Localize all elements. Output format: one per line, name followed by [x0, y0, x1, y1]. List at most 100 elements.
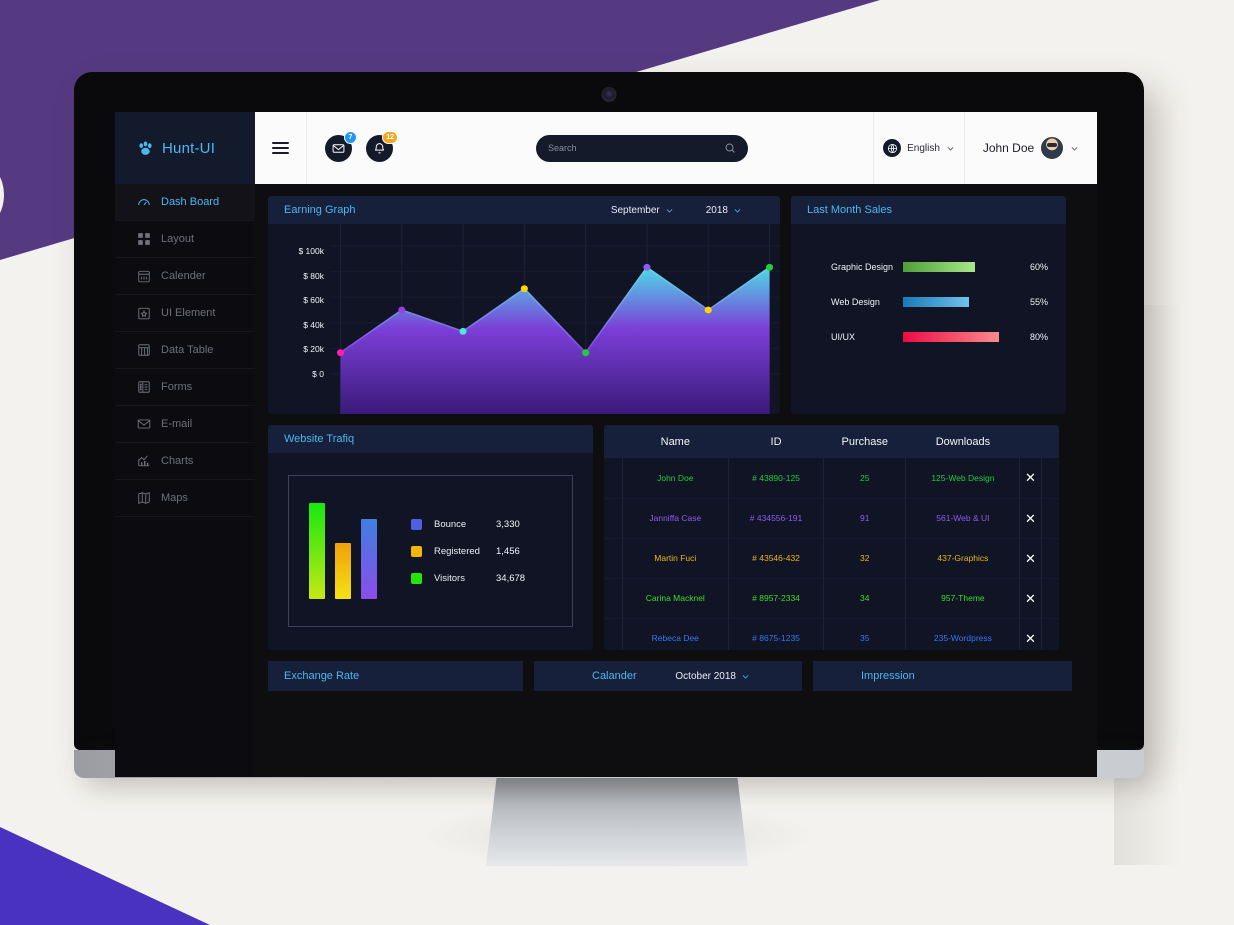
- cell-purchase: 91: [823, 498, 907, 539]
- sidebar-item-maps[interactable]: Maps: [115, 480, 255, 517]
- sidebar-item-calender[interactable]: Calender: [115, 258, 255, 295]
- traffic-bar-chart: [309, 503, 377, 599]
- table-row: John Doe # 43890-125 25 125-Web Design ✕: [604, 458, 1059, 499]
- sidebar-item-dash-board[interactable]: Dash Board: [115, 184, 255, 221]
- sales-label: UI/UX: [831, 332, 856, 342]
- paw-icon: [137, 140, 154, 157]
- data-point[interactable]: [582, 349, 590, 357]
- calander-dropdown[interactable]: October 2018: [675, 671, 750, 682]
- hamburger-icon[interactable]: [255, 112, 307, 184]
- search-input[interactable]: [548, 143, 724, 153]
- grid-layout-icon: [137, 232, 151, 246]
- delete-cell[interactable]: ✕: [1019, 618, 1042, 650]
- content-area: Earning Graph September 2018 $ 100k $ 80…: [255, 184, 1097, 777]
- table-row: Carina Macknel # 8957-2334 34 957-Theme ✕: [604, 578, 1059, 619]
- close-icon[interactable]: ✕: [1025, 631, 1036, 646]
- sidebar-item-label: UI Element: [161, 307, 216, 319]
- cell-downloads: 957-Theme: [905, 578, 1021, 619]
- sidebar-item-forms[interactable]: Forms: [115, 369, 255, 406]
- data-point[interactable]: [765, 263, 774, 271]
- search-box[interactable]: [536, 134, 748, 162]
- screen: Hunt-UI Dash Board Layout Calender UI El…: [115, 112, 1097, 777]
- delete-cell[interactable]: ✕: [1019, 578, 1042, 619]
- column-header-purchase: Purchase: [823, 425, 906, 458]
- sidebar-item-label: Maps: [161, 492, 188, 504]
- data-point[interactable]: [336, 349, 345, 357]
- sidebar-item-e-mail[interactable]: E-mail: [115, 406, 255, 443]
- impression-card: Impression: [813, 661, 1072, 691]
- calander-card: Calander October 2018: [534, 661, 802, 691]
- mail-button[interactable]: 7: [325, 130, 357, 162]
- y-tick: $ 0: [312, 368, 324, 379]
- table-row: Martin Fuci # 43546-432 32 437-Graphics ✕: [604, 538, 1059, 579]
- column-header-name: Name: [622, 425, 729, 458]
- sidebar-item-data-table[interactable]: Data Table: [115, 332, 255, 369]
- star-box-icon: [137, 306, 151, 320]
- cell-downloads: 235-Wordpress: [905, 618, 1021, 650]
- delete-cell[interactable]: ✕: [1019, 458, 1042, 499]
- notification-badge: 12: [382, 130, 398, 144]
- year-dropdown[interactable]: 2018: [706, 205, 742, 216]
- legend-swatch: [411, 545, 422, 557]
- column-header-id: ID: [728, 425, 824, 458]
- month-dropdown[interactable]: September: [611, 205, 674, 216]
- month-value: September: [610, 204, 660, 216]
- cell-purchase: 35: [823, 618, 907, 650]
- website-traffic-card: Website Trafiq Bounce 3,330 Registered 1…: [268, 425, 593, 650]
- cell-downloads: 561-Web & UI: [905, 498, 1021, 539]
- language-label: English: [907, 142, 940, 154]
- last-month-sales-card: Last Month Sales Graphic Design 60% Web …: [791, 196, 1066, 414]
- earning-area-chart: [330, 224, 780, 414]
- cell-purchase: 34: [823, 578, 907, 619]
- purple-bottom-shape: [0, 827, 210, 925]
- data-point[interactable]: [704, 306, 712, 314]
- form-icon: [137, 380, 151, 394]
- bell-icon: [374, 142, 385, 153]
- close-icon[interactable]: ✕: [1025, 470, 1036, 485]
- sales-row: Web Design 55%: [791, 297, 1066, 307]
- cell-id: # 434556-191: [728, 498, 824, 539]
- legend-label: Registered: [434, 545, 480, 557]
- exchange-rate-card: Exchange Rate: [268, 661, 523, 691]
- map-icon: [137, 491, 151, 505]
- data-table: Name ID Purchase Downloads John Doe # 438…: [604, 425, 1059, 650]
- language-selector[interactable]: English: [873, 112, 965, 184]
- sidebar-item-label: Forms: [161, 381, 193, 393]
- data-point[interactable]: [643, 263, 651, 271]
- sidebar-item-layout[interactable]: Layout: [115, 221, 255, 258]
- table-pad-col: [1041, 425, 1059, 458]
- envelope-icon: [137, 417, 151, 431]
- cell-downloads: 437-Graphics: [905, 538, 1021, 579]
- sales-row: UI/UX 80%: [791, 332, 1066, 342]
- sidebar-item-charts[interactable]: Charts: [115, 443, 255, 480]
- sidebar-item-ui-element[interactable]: UI Element: [115, 295, 255, 332]
- user-name: John Doe: [982, 141, 1035, 155]
- delete-cell[interactable]: ✕: [1019, 538, 1042, 579]
- delete-cell[interactable]: ✕: [1019, 498, 1042, 539]
- data-point[interactable]: [459, 327, 467, 335]
- cell-id: # 43890-125: [728, 458, 824, 499]
- close-icon[interactable]: ✕: [1025, 591, 1036, 606]
- mail-badge: 7: [344, 130, 357, 144]
- cell-id: # 8675-1235: [728, 618, 824, 650]
- close-icon[interactable]: ✕: [1025, 511, 1036, 526]
- brand-logo[interactable]: Hunt-UI: [115, 112, 255, 184]
- content-row-3: Exchange Rate Calander October 2018 Impr…: [268, 661, 1084, 691]
- content-row-1: Earning Graph September 2018 $ 100k $ 80…: [268, 196, 1084, 414]
- table-pad-cell: [604, 578, 623, 619]
- envelope-icon: [332, 143, 345, 153]
- user-menu[interactable]: John Doe: [965, 112, 1097, 184]
- cell-name: John Doe: [622, 458, 730, 499]
- monitor-stand: [486, 778, 748, 866]
- cell-name: Rebeca Dee: [622, 618, 730, 650]
- close-icon[interactable]: ✕: [1025, 551, 1036, 566]
- notification-button[interactable]: 12: [366, 130, 398, 162]
- table-pad-col: [604, 425, 622, 458]
- table-pad-cell: [604, 618, 623, 650]
- sales-bar-track: [903, 262, 1023, 272]
- avatar: [1041, 137, 1064, 159]
- last-month-sales-header: Last Month Sales: [791, 196, 1066, 224]
- area-fill: [340, 267, 770, 414]
- data-point[interactable]: [398, 306, 406, 314]
- data-point[interactable]: [520, 285, 528, 293]
